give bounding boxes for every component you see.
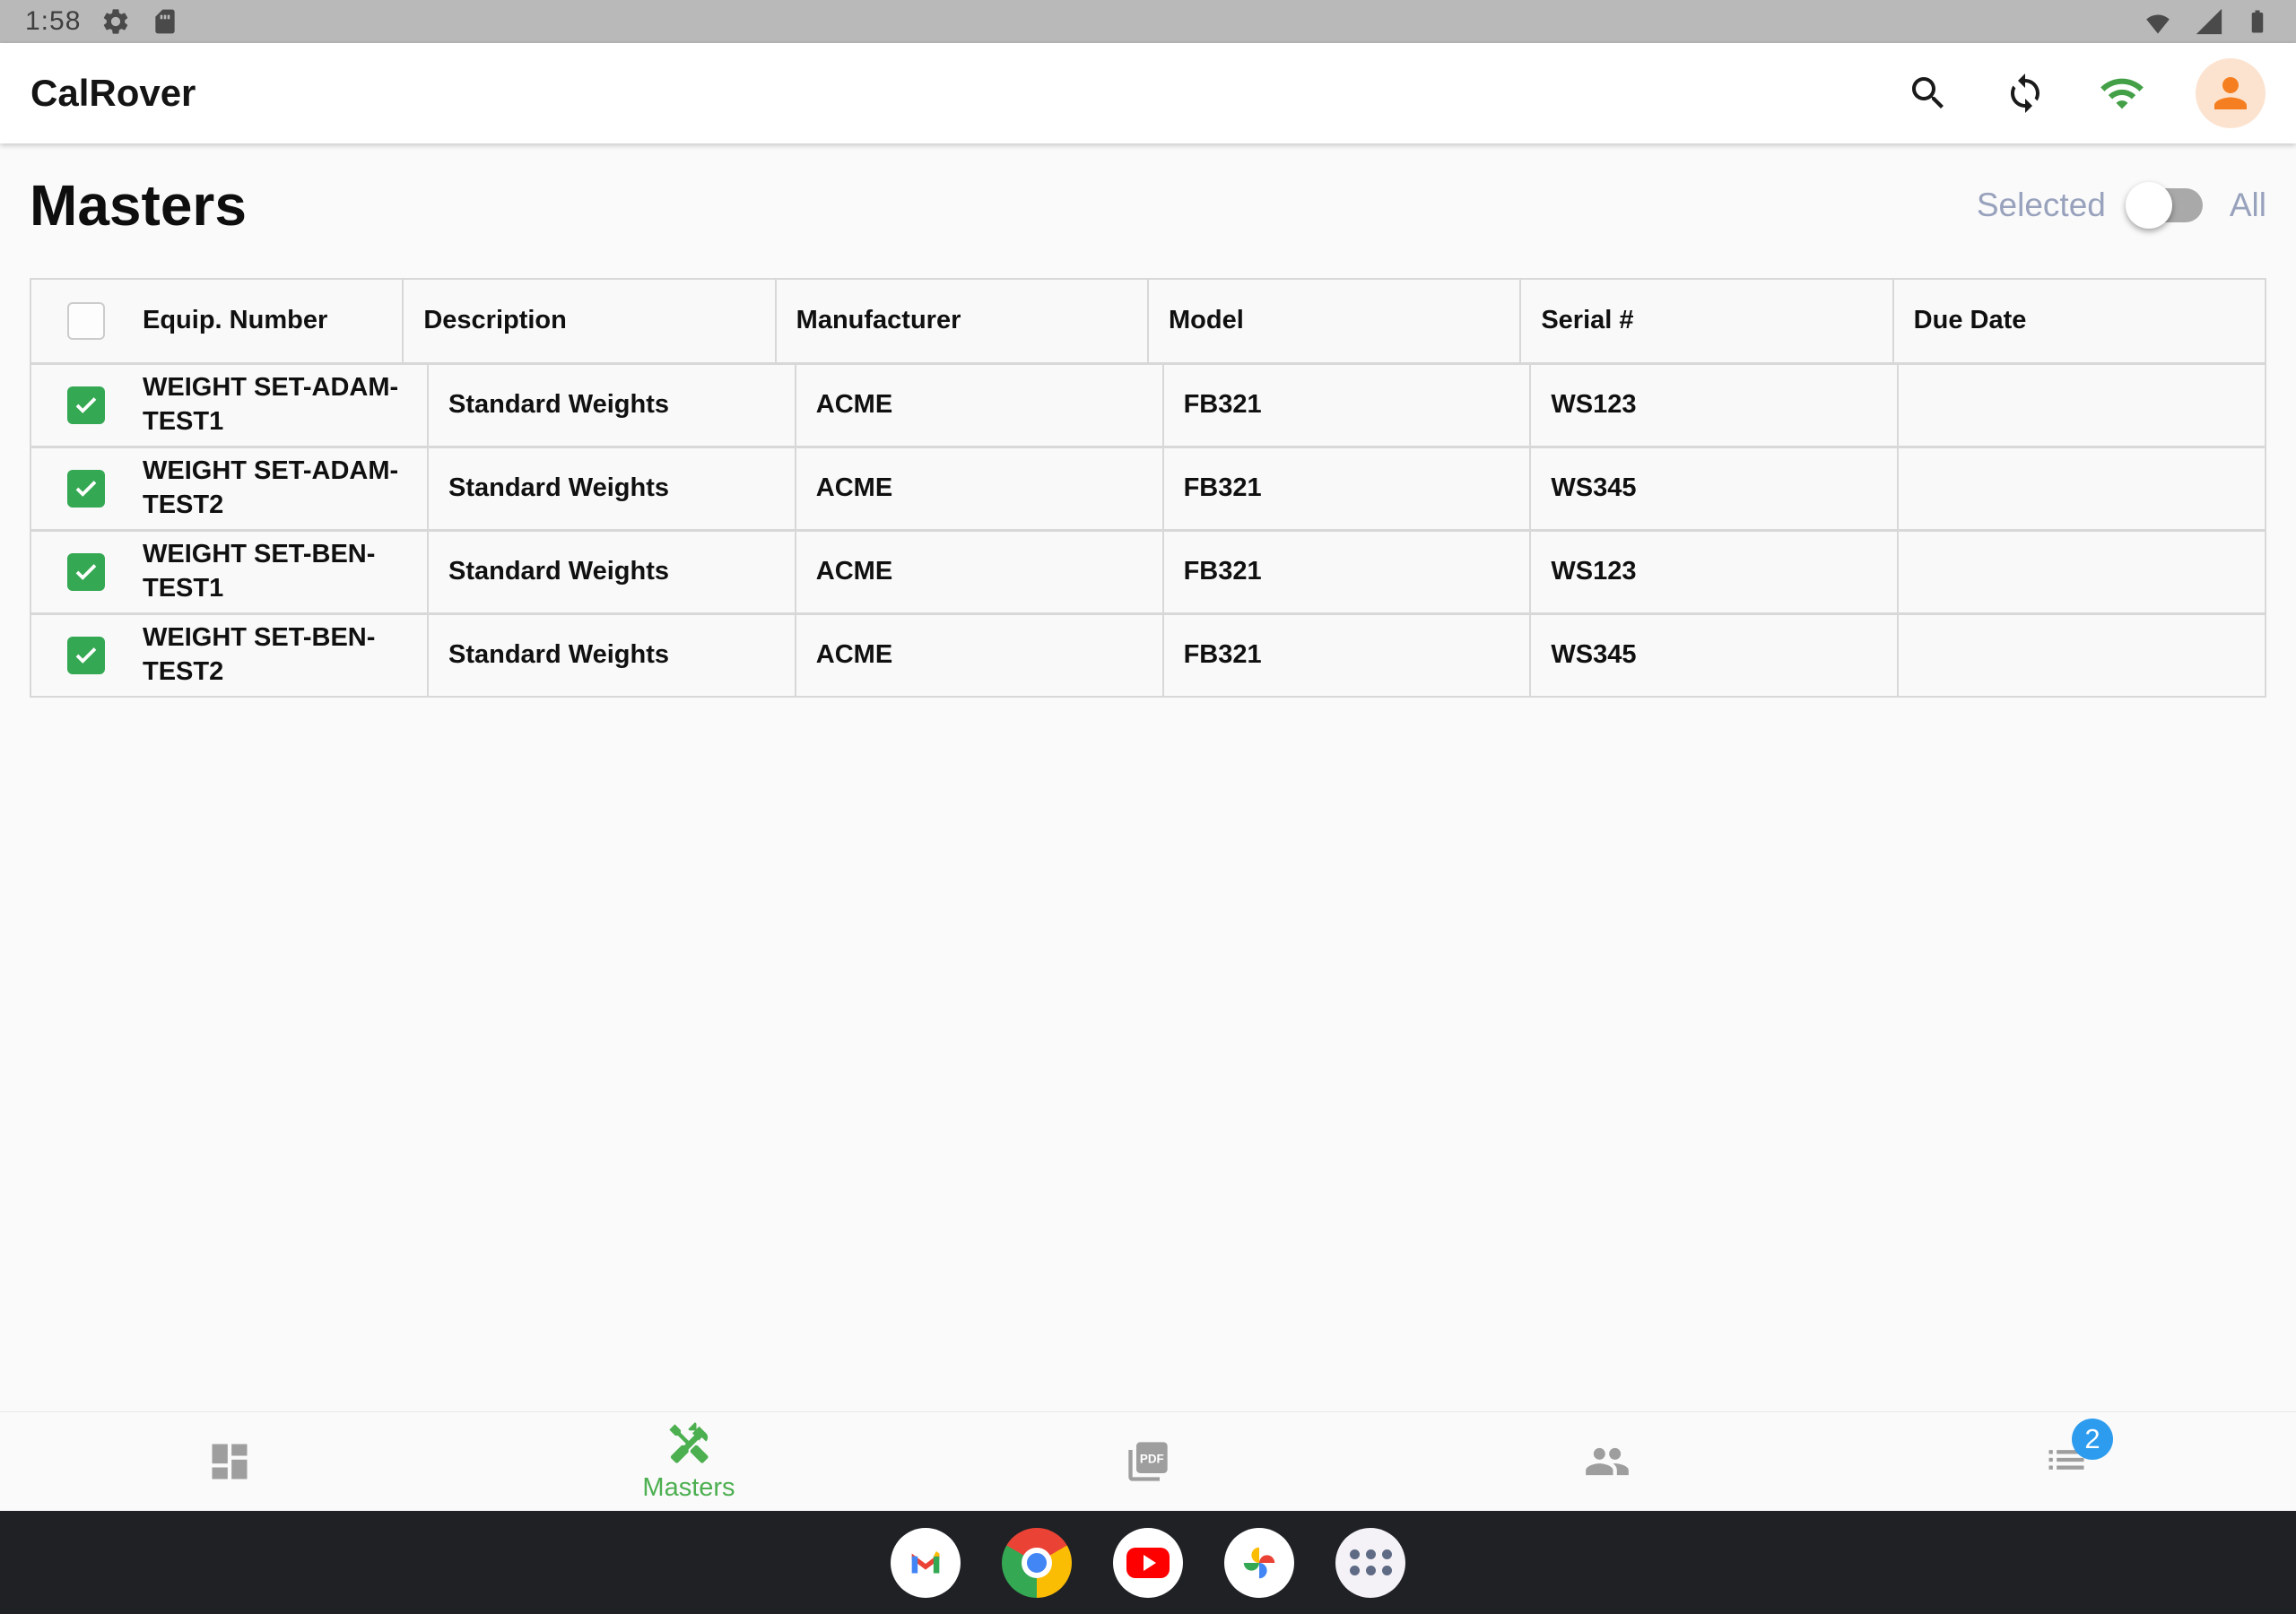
youtube-logo-icon bbox=[1126, 1548, 1170, 1578]
status-signal-icon bbox=[2194, 6, 2224, 37]
manufacturer: ACME bbox=[796, 615, 1162, 696]
row-checkbox[interactable] bbox=[67, 637, 105, 674]
nav-people[interactable] bbox=[1378, 1438, 1837, 1485]
col-model: Model bbox=[1149, 280, 1519, 362]
toggle-off-label: Selected bbox=[1977, 187, 2106, 224]
due-date bbox=[1899, 532, 2265, 612]
app-bar: CalRover bbox=[0, 43, 2296, 143]
status-time: 1:58 bbox=[25, 6, 81, 37]
manufacturer: ACME bbox=[796, 365, 1162, 446]
col-serial: Serial # bbox=[1521, 280, 1892, 362]
select-all-checkbox[interactable] bbox=[67, 302, 105, 340]
photos-pinwheel-icon bbox=[1239, 1542, 1280, 1584]
manufacturer: ACME bbox=[796, 532, 1162, 612]
gmail-logo-icon bbox=[905, 1542, 946, 1584]
col-description: Description bbox=[404, 280, 774, 362]
masters-table: Equip. Number Description Manufacturer M… bbox=[30, 278, 2266, 698]
settings-gear-icon bbox=[100, 6, 131, 37]
serial: WS123 bbox=[1531, 365, 1897, 446]
nav-pdf-reports[interactable]: PDF bbox=[918, 1438, 1378, 1485]
nav-masters-active[interactable]: Masters bbox=[459, 1420, 918, 1503]
nav-work-list[interactable]: 2 bbox=[1837, 1436, 2296, 1488]
due-date bbox=[1899, 448, 2265, 529]
description: Standard Weights bbox=[429, 532, 795, 612]
model: FB321 bbox=[1164, 532, 1530, 612]
search-icon[interactable] bbox=[1905, 70, 1952, 117]
switch-thumb bbox=[2126, 182, 2172, 229]
model: FB321 bbox=[1164, 448, 1530, 529]
serial: WS123 bbox=[1531, 532, 1897, 612]
table-row[interactable]: WEIGHT SET-BEN-TEST2 Standard Weights AC… bbox=[31, 615, 2265, 696]
youtube-app-icon[interactable] bbox=[1113, 1528, 1183, 1598]
col-equip-number: Equip. Number bbox=[143, 304, 327, 338]
model: FB321 bbox=[1164, 365, 1530, 446]
gmail-app-icon[interactable] bbox=[891, 1528, 961, 1598]
row-checkbox[interactable] bbox=[67, 553, 105, 591]
android-taskbar bbox=[0, 1511, 2296, 1614]
sim-card-icon bbox=[151, 7, 179, 36]
bottom-nav: Masters PDF 2 bbox=[0, 1412, 2296, 1511]
row-checkbox[interactable] bbox=[67, 386, 105, 424]
selected-all-switch[interactable] bbox=[2133, 188, 2203, 222]
due-date bbox=[1899, 615, 2265, 696]
check-icon bbox=[73, 475, 100, 502]
chrome-logo-icon bbox=[1022, 1548, 1052, 1578]
svg-text:PDF: PDF bbox=[1140, 1452, 1164, 1465]
selected-all-toggle-group: Selected All bbox=[1977, 187, 2266, 224]
check-icon bbox=[73, 559, 100, 586]
serial: WS345 bbox=[1531, 615, 1897, 696]
app-drawer-icon[interactable] bbox=[1335, 1528, 1405, 1598]
serial: WS345 bbox=[1531, 448, 1897, 529]
table-row[interactable]: WEIGHT SET-ADAM-TEST2 Standard Weights A… bbox=[31, 448, 2265, 529]
status-battery-icon bbox=[2244, 6, 2271, 37]
row-checkbox[interactable] bbox=[67, 470, 105, 508]
check-icon bbox=[73, 642, 100, 669]
model: FB321 bbox=[1164, 615, 1530, 696]
main-content: Masters Selected All Equip. Number Descr… bbox=[0, 143, 2296, 1412]
nav-dashboard[interactable] bbox=[0, 1438, 459, 1485]
page-title: Masters bbox=[30, 172, 247, 239]
app-title: CalRover bbox=[30, 72, 196, 115]
equip-number: WEIGHT SET-BEN-TEST2 bbox=[143, 621, 407, 689]
due-date bbox=[1899, 365, 2265, 446]
equip-number: WEIGHT SET-ADAM-TEST2 bbox=[143, 455, 407, 522]
nav-masters-label: Masters bbox=[642, 1473, 735, 1503]
status-wifi-icon bbox=[2142, 5, 2174, 38]
status-bar: 1:58 bbox=[0, 0, 2296, 43]
photos-app-icon[interactable] bbox=[1224, 1528, 1294, 1598]
manufacturer: ACME bbox=[796, 448, 1162, 529]
work-list-badge: 2 bbox=[2072, 1419, 2113, 1460]
dashboard-icon bbox=[206, 1438, 253, 1485]
sync-icon[interactable] bbox=[2002, 70, 2048, 117]
description: Standard Weights bbox=[429, 448, 795, 529]
equip-number: WEIGHT SET-BEN-TEST1 bbox=[143, 538, 407, 605]
people-icon bbox=[1584, 1438, 1631, 1485]
user-avatar[interactable] bbox=[2196, 58, 2266, 128]
toggle-on-label: All bbox=[2230, 187, 2266, 224]
check-icon bbox=[73, 392, 100, 419]
description: Standard Weights bbox=[429, 365, 795, 446]
person-icon bbox=[2206, 69, 2255, 117]
table-row[interactable]: WEIGHT SET-BEN-TEST1 Standard Weights AC… bbox=[31, 532, 2265, 612]
table-row[interactable]: WEIGHT SET-ADAM-TEST1 Standard Weights A… bbox=[31, 365, 2265, 446]
col-manufacturer: Manufacturer bbox=[777, 280, 1147, 362]
wifi-status-icon[interactable] bbox=[2099, 70, 2145, 117]
pdf-icon: PDF bbox=[1125, 1438, 1171, 1485]
col-due-date: Due Date bbox=[1894, 280, 2265, 362]
handyman-tools-icon bbox=[665, 1420, 712, 1467]
table-header-row: Equip. Number Description Manufacturer M… bbox=[31, 280, 2265, 362]
description: Standard Weights bbox=[429, 615, 795, 696]
chrome-app-icon[interactable] bbox=[1002, 1528, 1072, 1598]
equip-number: WEIGHT SET-ADAM-TEST1 bbox=[143, 371, 407, 438]
